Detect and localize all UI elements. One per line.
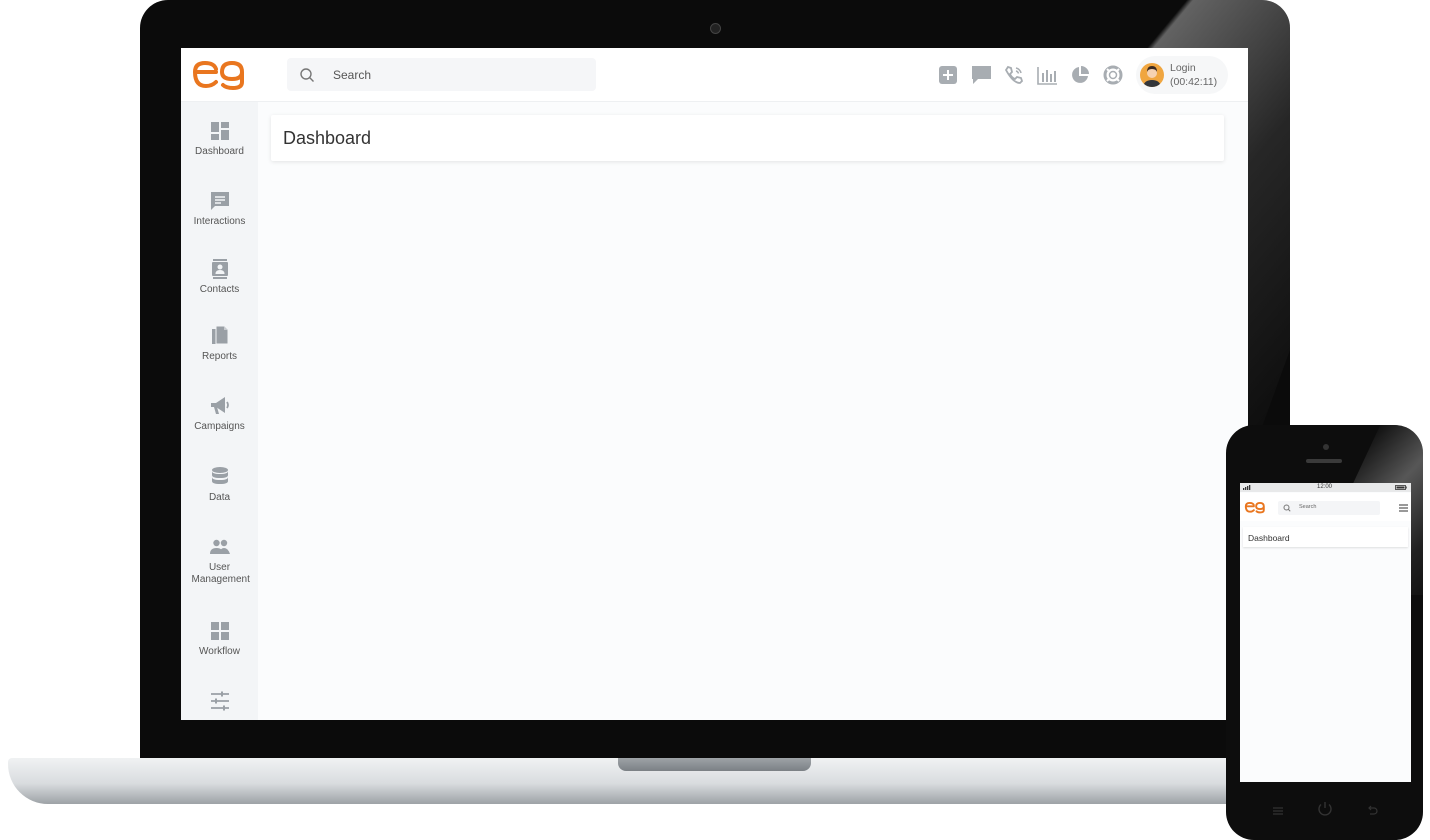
page-title: Dashboard — [283, 128, 372, 148]
sidebar-item-interactions[interactable]: Interactions — [181, 190, 258, 228]
phone-camera — [1323, 444, 1329, 450]
sidebar-item-workflow[interactable]: Workflow — [181, 620, 258, 658]
sidebar-item-dashboard[interactable]: Dashboard — [181, 120, 258, 158]
phone-app-window: 12:00 Search Dashboard — [1240, 483, 1411, 782]
users-icon — [209, 539, 230, 554]
phone-page-header-card: Dashboard — [1243, 527, 1408, 547]
hamburger-menu-icon[interactable] — [1399, 504, 1408, 512]
search-icon — [300, 68, 314, 82]
dashboard-icon — [210, 122, 229, 140]
login-label: Login — [1170, 62, 1196, 74]
search-input[interactable] — [331, 64, 585, 86]
brand-logo[interactable] — [1243, 501, 1267, 514]
plus-icon[interactable] — [937, 64, 959, 86]
sidebar-item-label: User Management — [191, 562, 250, 585]
megaphone-icon — [210, 397, 229, 414]
sidebar-item-label: Reports — [201, 351, 237, 362]
sidebar-item-reports[interactable]: Reports — [181, 325, 258, 363]
bar-chart-icon[interactable] — [1036, 64, 1058, 86]
signal-icon — [1243, 485, 1251, 490]
back-icon[interactable] — [1364, 803, 1380, 819]
avatar — [1140, 63, 1164, 87]
sidebar-item-user-management[interactable]: User Management — [181, 536, 258, 586]
sidebar-item-settings[interactable] — [181, 690, 258, 716]
contacts-icon — [211, 259, 228, 279]
sidebar: Dashboard Interactions Contacts Reports … — [181, 102, 258, 720]
login-timer: (00:42:11) — [1170, 76, 1218, 88]
menu-key-icon[interactable] — [1270, 803, 1286, 819]
search-bar[interactable] — [287, 58, 596, 91]
sidebar-item-label: Dashboard — [195, 146, 244, 157]
phone-nav-buttons — [1226, 791, 1423, 821]
sidebar-item-label: Interactions — [193, 216, 246, 227]
power-icon[interactable] — [1316, 800, 1334, 818]
phone-page-title: Dashboard — [1248, 533, 1290, 543]
phone-speaker — [1306, 459, 1342, 463]
header-actions — [937, 64, 1124, 86]
sidebar-item-label: Campaigns — [194, 421, 245, 432]
sliders-icon — [210, 691, 229, 711]
top-header: Login (00:42:11) — [181, 48, 1248, 102]
page-header-card: Dashboard — [271, 115, 1224, 161]
chat-icon[interactable] — [970, 64, 992, 86]
sidebar-item-data[interactable]: Data — [181, 466, 258, 504]
user-login-chip[interactable]: Login (00:42:11) — [1136, 56, 1228, 94]
login-status: Login (00:42:11) — [1170, 61, 1217, 89]
lifebuoy-icon[interactable] — [1102, 64, 1124, 86]
brand-logo[interactable] — [192, 58, 246, 92]
laptop-notch — [618, 758, 811, 771]
laptop-camera — [710, 23, 721, 34]
phone-icon[interactable] — [1003, 64, 1025, 86]
phone-time: 12:00 — [1317, 484, 1333, 490]
workflow-icon — [210, 622, 229, 640]
sidebar-item-label: Workflow — [199, 646, 240, 657]
phone-frame: 12:00 Search Dashboard — [1226, 425, 1423, 840]
sidebar-item-label: Data — [208, 492, 231, 503]
phone-header: Search — [1240, 493, 1411, 521]
battery-icon — [1395, 485, 1407, 490]
search-icon — [1283, 504, 1291, 512]
sidebar-item-campaigns[interactable]: Campaigns — [181, 395, 258, 433]
sidebar-item-label: Contacts — [199, 284, 240, 295]
database-icon — [211, 467, 228, 484]
sidebar-item-contacts[interactable]: Contacts — [181, 258, 258, 296]
reports-icon — [211, 325, 228, 345]
pie-chart-icon[interactable] — [1069, 64, 1091, 86]
phone-search-bar[interactable]: Search — [1278, 501, 1380, 515]
phone-search-placeholder: Search — [1299, 504, 1317, 510]
phone-status-bar: 12:00 — [1240, 483, 1411, 492]
message-icon — [210, 192, 229, 210]
app-window: Login (00:42:11) Dashboard Interactions … — [181, 48, 1248, 720]
